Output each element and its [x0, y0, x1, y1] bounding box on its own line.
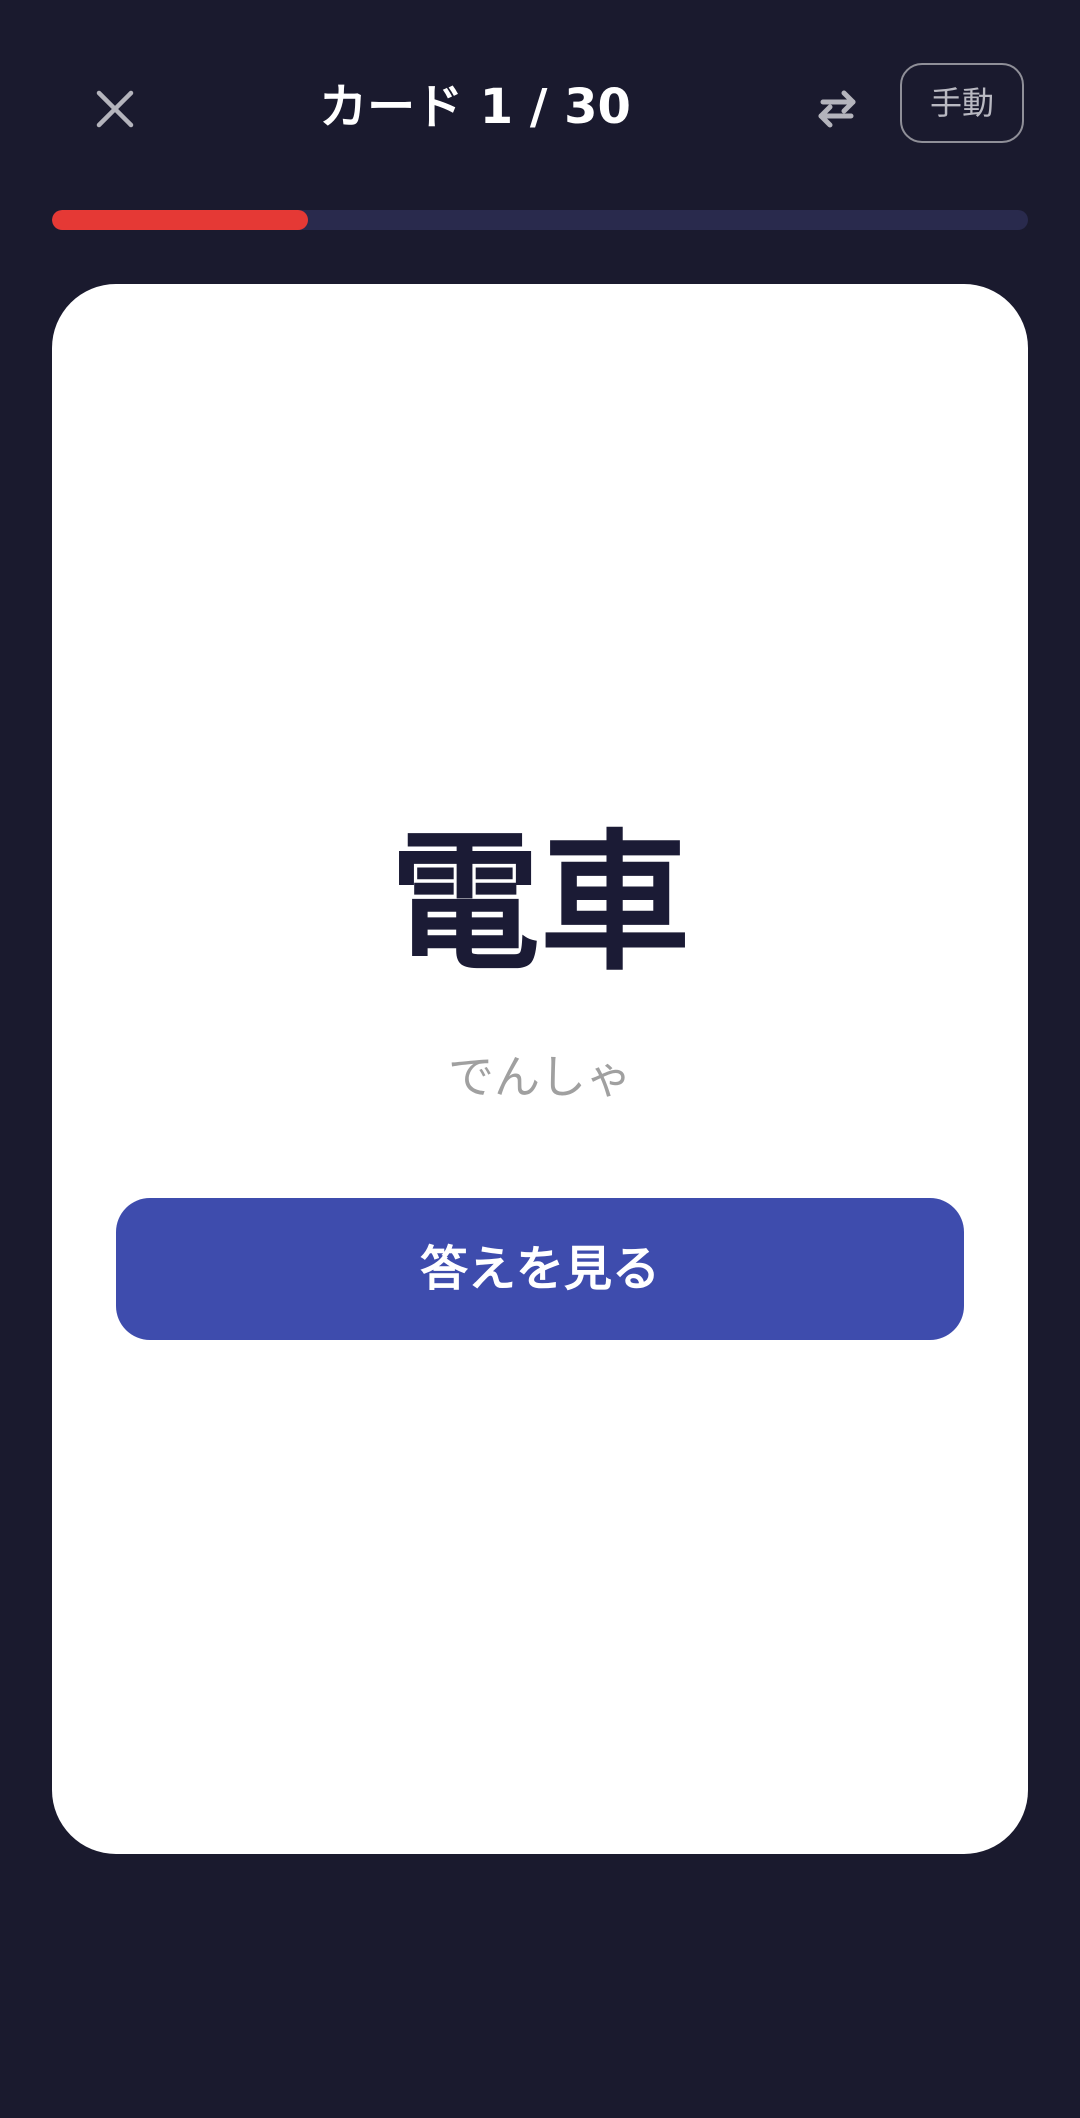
mode-toggle-button[interactable]: 手動: [900, 63, 1024, 143]
swap-icon: [818, 90, 856, 128]
show-answer-button[interactable]: 答えを見る: [116, 1198, 964, 1340]
card-reading: でんしゃ: [448, 1050, 632, 1104]
close-button[interactable]: [84, 78, 146, 140]
flashcard: 電車 でんしゃ 答えを見る: [52, 284, 1028, 1854]
progress-fill: [52, 210, 308, 230]
swap-button[interactable]: [806, 78, 868, 140]
card-counter-title: カード 1 / 30: [319, 79, 631, 135]
close-icon: [96, 90, 134, 128]
card-word: 電車: [389, 817, 690, 991]
header-bar: カード 1 / 30 手動: [0, 0, 1080, 210]
progress-bar: [52, 210, 1028, 230]
